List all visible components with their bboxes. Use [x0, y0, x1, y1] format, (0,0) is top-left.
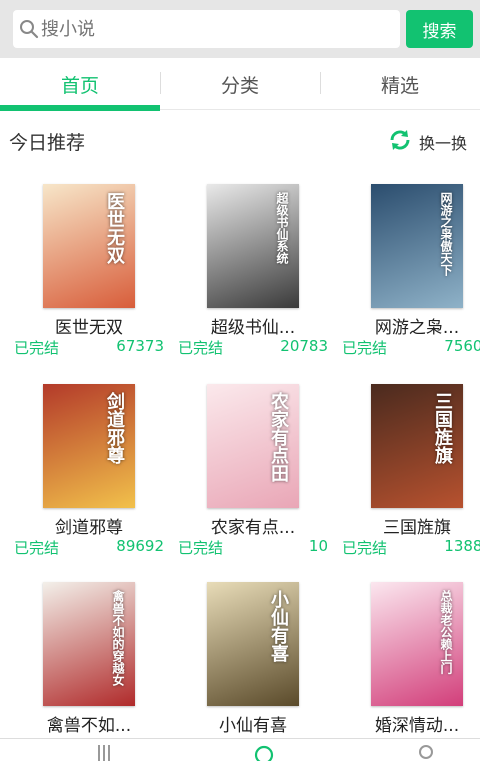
book-title[interactable]: 医世无双 [14, 313, 164, 338]
book-cover[interactable]: 网游之枭傲天下 [371, 184, 463, 308]
bottom-navigation [0, 738, 480, 765]
book-cover[interactable]: 剑道邪尊 [43, 384, 135, 508]
book-cover-title: 网游之枭傲天下 [439, 192, 453, 276]
book-count: 75602 [444, 337, 480, 355]
book-cover-title: 超级书仙系统 [275, 192, 289, 264]
book-count: 13885 [444, 537, 480, 555]
tab-categories[interactable]: 分类 [160, 58, 320, 110]
book-title[interactable]: 网游之枭... [342, 313, 480, 338]
refresh-icon [388, 128, 412, 156]
book-cover-title: 医世无双 [104, 192, 125, 264]
profile-icon[interactable] [416, 743, 436, 765]
refresh-label: 换一换 [419, 134, 468, 153]
book-count: 89692 [116, 537, 164, 555]
tab-bar: 首页 分类 精选 [0, 58, 480, 111]
book-count: 20783 [280, 337, 328, 355]
book-cover[interactable]: 农家有点田 [207, 384, 299, 508]
book-cover[interactable]: 三国旌旗 [371, 384, 463, 508]
book-cover-title: 剑道邪尊 [104, 392, 125, 464]
search-icon [19, 19, 39, 39]
book-title[interactable]: 婚深情动... [342, 711, 480, 736]
book-cover-title: 小仙有喜 [268, 590, 289, 662]
book-status: 已完结 [178, 339, 224, 357]
search-input[interactable] [41, 18, 381, 40]
book-cover[interactable]: 超级书仙系统 [207, 184, 299, 308]
book-status: 已完结 [178, 539, 224, 557]
bookshelf-icon[interactable] [96, 743, 116, 765]
book-cover-title: 三国旌旗 [432, 392, 453, 464]
section-header: 今日推荐 换一换 [0, 114, 480, 170]
book-cover[interactable]: 总裁老公赖上门 [371, 582, 463, 706]
book-title[interactable]: 禽兽不如... [14, 711, 164, 736]
home-nav-icon[interactable] [254, 743, 274, 765]
book-cover[interactable]: 禽兽不如的穿越女 [43, 582, 135, 706]
book-cover-title: 总裁老公赖上门 [439, 590, 453, 674]
book-status: 已完结 [342, 339, 388, 357]
book-title[interactable]: 小仙有喜 [178, 711, 328, 736]
tab-divider [320, 72, 321, 94]
book-title[interactable]: 剑道邪尊 [14, 513, 164, 538]
book-count: 10 [308, 537, 328, 555]
tab-featured[interactable]: 精选 [320, 58, 480, 110]
book-status: 已完结 [14, 339, 60, 357]
tab-home[interactable]: 首页 [0, 58, 160, 111]
book-cover-title: 农家有点田 [268, 392, 289, 482]
book-count: 67373 [116, 337, 164, 355]
book-cover[interactable]: 小仙有喜 [207, 582, 299, 706]
book-title[interactable]: 三国旌旗 [342, 513, 480, 538]
book-status: 已完结 [342, 539, 388, 557]
book-cover-title: 禽兽不如的穿越女 [111, 590, 125, 686]
book-title[interactable]: 农家有点... [178, 513, 328, 538]
top-search-bar: 搜索 [0, 0, 480, 58]
book-status: 已完结 [14, 539, 60, 557]
search-box[interactable] [13, 10, 400, 48]
book-cover[interactable]: 医世无双 [43, 184, 135, 308]
section-title: 今日推荐 [9, 132, 86, 154]
tab-divider [160, 72, 161, 94]
refresh-button[interactable]: 换一换 [388, 128, 467, 156]
search-button[interactable]: 搜索 [406, 10, 473, 48]
book-title[interactable]: 超级书仙... [178, 313, 328, 338]
